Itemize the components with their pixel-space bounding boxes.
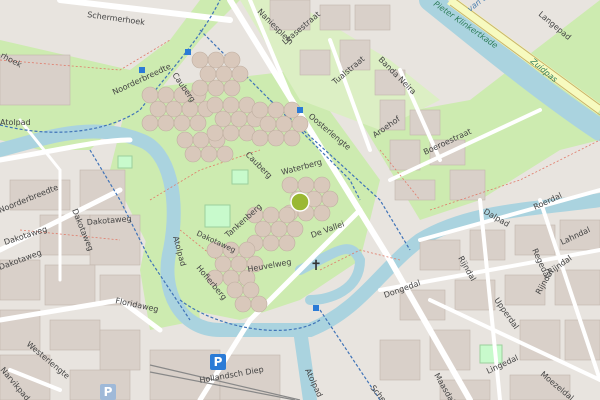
round-house	[267, 101, 285, 119]
parking-icon-2[interactable]: P	[100, 384, 116, 400]
round-house	[223, 79, 241, 97]
round-house	[200, 145, 218, 163]
stop-marker[interactable]	[139, 67, 145, 73]
round-house	[281, 176, 299, 194]
round-house	[278, 234, 296, 252]
church-icon[interactable]: ✝	[310, 258, 322, 274]
round-house	[254, 220, 272, 238]
round-house	[184, 145, 202, 163]
round-house	[230, 110, 248, 128]
round-house	[206, 124, 224, 142]
round-house	[141, 86, 159, 104]
round-house	[215, 65, 233, 83]
round-house	[230, 255, 248, 273]
round-house	[222, 124, 240, 142]
svg-text:P: P	[214, 355, 223, 369]
round-house	[283, 129, 301, 147]
round-house	[157, 86, 175, 104]
svg-text:✝: ✝	[310, 258, 322, 274]
round-house	[267, 129, 285, 147]
round-house	[238, 241, 256, 259]
round-house	[206, 96, 224, 114]
round-house	[223, 51, 241, 69]
round-house	[291, 115, 309, 133]
round-house	[275, 115, 293, 133]
round-house	[199, 65, 217, 83]
round-house	[207, 79, 225, 97]
round-house	[189, 114, 207, 132]
playground-west	[117, 155, 133, 169]
round-house	[242, 281, 260, 299]
round-house	[286, 220, 304, 238]
park-tree-poi[interactable]	[290, 192, 310, 212]
round-house	[270, 220, 288, 238]
stop-marker[interactable]	[297, 107, 303, 113]
map-svg: P P ✝ Schermerhoek rhoek Noorderbreedte …	[0, 0, 600, 400]
playground-central	[231, 169, 249, 185]
round-house	[141, 114, 159, 132]
round-house	[313, 176, 331, 194]
round-house	[226, 281, 244, 299]
stop-marker[interactable]	[185, 49, 191, 55]
round-house	[214, 110, 232, 128]
round-house	[216, 145, 234, 163]
round-house	[231, 65, 249, 83]
label-atolpad-1: Atolpad	[0, 118, 31, 127]
round-house	[192, 131, 210, 149]
park-pond-area	[204, 204, 231, 228]
round-house	[321, 190, 339, 208]
round-house	[259, 115, 277, 133]
svg-text:P: P	[104, 385, 113, 399]
round-house	[176, 131, 194, 149]
round-house	[214, 255, 232, 273]
round-house	[313, 204, 331, 222]
round-house	[207, 51, 225, 69]
round-house	[165, 100, 183, 118]
round-house	[149, 100, 167, 118]
round-house	[278, 206, 296, 224]
round-house	[251, 129, 269, 147]
round-house	[191, 51, 209, 69]
map-canvas[interactable]: P P ✝ Schermerhoek rhoek Noorderbreedte …	[0, 0, 600, 400]
round-house	[262, 234, 280, 252]
round-house	[251, 101, 269, 119]
parking-icon[interactable]: P	[210, 354, 226, 370]
canal-south	[293, 323, 317, 400]
round-house	[234, 295, 252, 313]
round-house	[250, 295, 268, 313]
stop-marker[interactable]	[313, 305, 319, 311]
round-house	[262, 206, 280, 224]
round-house	[297, 176, 315, 194]
round-house	[173, 114, 191, 132]
round-house	[157, 114, 175, 132]
round-house	[222, 96, 240, 114]
